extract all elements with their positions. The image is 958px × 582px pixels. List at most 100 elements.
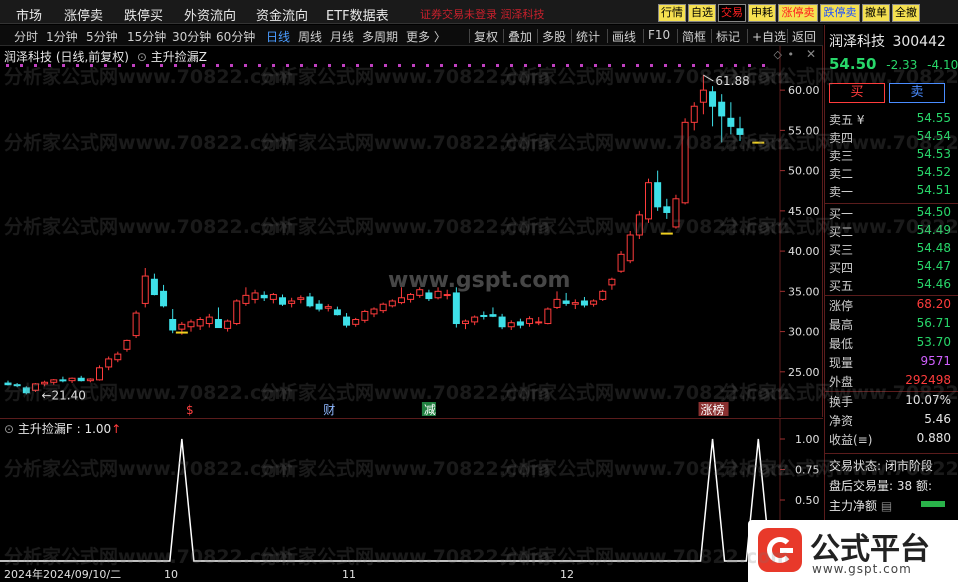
sub-indicator-chart[interactable]: 1.00 0.75 0.50 2024年2024/09/10/二 10 11 12 ⊙ 主升… xyxy=(0,418,823,582)
pin-icon[interactable]: • xyxy=(788,48,795,61)
sub-header: ⊙ 主升捡漏F : 1.00↑ xyxy=(4,420,121,437)
signal-dot xyxy=(622,64,625,67)
signal-dot xyxy=(510,64,513,67)
after-hours-volume: 盘后交易量: 38 额: xyxy=(829,479,932,493)
period-tab-4[interactable]: 30分钟 xyxy=(172,28,211,45)
period-toolbar: 分时 1分钟 5分钟 15分钟 30分钟 60分钟 日线 周线 月线 多周期 更多 〉 复权 叠加 多股统… xyxy=(0,25,823,46)
table-icon[interactable]: ▤ xyxy=(881,499,892,513)
menu-limit-up-sell[interactable]: 涨停卖 xyxy=(64,5,103,24)
indicator-toggle-icon[interactable]: ⊙ xyxy=(137,50,147,64)
candle-body xyxy=(297,297,305,300)
candle-body xyxy=(709,91,717,107)
tool-button-7[interactable]: 标记 xyxy=(716,28,740,45)
candle-body xyxy=(526,318,534,325)
tool-button-4[interactable]: 画线 xyxy=(612,28,636,45)
tool-button-0[interactable]: 复权 xyxy=(474,28,498,45)
tool-button-8[interactable]: +自选 xyxy=(752,28,786,45)
signal-marker xyxy=(660,232,673,235)
candle-body xyxy=(306,296,314,307)
candle-body xyxy=(434,290,442,299)
candle-body xyxy=(370,308,378,315)
menu-foreign-flow[interactable]: 外资流向 xyxy=(184,5,236,24)
signal-dot xyxy=(244,64,247,67)
candle-body xyxy=(86,378,94,382)
menu-market[interactable]: 市场 xyxy=(16,5,42,24)
signal-dot xyxy=(426,64,429,67)
top-button[interactable]: 自选 xyxy=(688,4,716,22)
top-button[interactable]: 撤单 xyxy=(862,4,890,22)
stat-4: 外盘 292498 xyxy=(829,373,957,389)
candle-body xyxy=(407,294,415,300)
period-tab-5[interactable]: 60分钟 xyxy=(216,28,255,45)
menu-limit-down-buy[interactable]: 跌停买 xyxy=(124,5,163,24)
period-tab-1[interactable]: 1分钟 xyxy=(46,28,78,45)
sub-toggle-icon[interactable]: ⊙ xyxy=(4,422,14,436)
candle-body xyxy=(160,290,168,307)
period-tab-3[interactable]: 15分钟 xyxy=(127,28,166,45)
top-button[interactable]: 全撤 xyxy=(892,4,920,22)
signal-line xyxy=(0,438,772,562)
sub-y-tick-label: 0.50 xyxy=(795,494,820,507)
top-button[interactable]: 跌停卖 xyxy=(820,4,860,22)
divider xyxy=(825,453,958,454)
high-price-label: 61.88 xyxy=(715,74,749,88)
toolbar-separator xyxy=(711,29,712,43)
signal-dot xyxy=(216,64,219,67)
signal-dot xyxy=(370,64,373,67)
period-tab-10[interactable]: 更多 〉 xyxy=(406,28,446,45)
signal-dot xyxy=(272,64,275,67)
sell-button[interactable]: 卖 xyxy=(889,83,945,103)
candle-body xyxy=(233,300,241,325)
sell-level-3-label: 卖二 xyxy=(829,167,854,181)
chart-title: 润泽科技 (日线,前复权) xyxy=(4,50,129,64)
top-button[interactable]: 涨停卖 xyxy=(778,4,818,22)
period-tab-7[interactable]: 周线 xyxy=(298,28,322,45)
tool-button-6[interactable]: 简框 xyxy=(682,28,706,45)
candle-body xyxy=(516,321,524,326)
top-menu-bar: 市场 涨停卖 跌停买 外资流向 资金流向 ETF数据表 证券交易未登录 润泽科技… xyxy=(0,0,958,24)
diamond-icon[interactable]: ◇ xyxy=(774,48,782,61)
candle-body xyxy=(169,319,177,331)
top-button[interactable]: 申耗 xyxy=(748,4,776,22)
candle-body xyxy=(361,310,369,321)
period-tab-9[interactable]: 多周期 xyxy=(362,28,398,45)
close-icon[interactable]: ✕ xyxy=(806,47,816,61)
top-button[interactable]: 行情 xyxy=(658,4,686,22)
tool-button-2[interactable]: 多股 xyxy=(542,28,566,45)
tool-button-9[interactable]: 返回 xyxy=(792,28,816,45)
top-button[interactable]: 交易 xyxy=(718,4,746,22)
period-tab-0[interactable]: 分时 xyxy=(14,28,38,45)
buy-button[interactable]: 买 xyxy=(829,83,885,103)
sell-level-4-value: 54.51 xyxy=(916,183,951,197)
stat-3: 现量 9571 xyxy=(829,354,957,370)
buy-level-0: 买一 54.50 xyxy=(829,205,957,221)
stat-2-label: 最低 xyxy=(829,337,854,351)
tool-button-1[interactable]: 叠加 xyxy=(508,28,532,45)
toolbar-separator xyxy=(747,29,748,43)
candle-body xyxy=(196,319,204,327)
signal-dot xyxy=(706,64,709,67)
x-label-nov: 11 xyxy=(342,568,356,581)
buy-level-3-value: 54.47 xyxy=(916,259,951,273)
candle-body xyxy=(50,379,58,383)
sub-indicator-value: 主升捡漏F : 1.00 xyxy=(17,422,112,436)
menu-capital-flow[interactable]: 资金流向 xyxy=(256,5,308,24)
period-tab-2[interactable]: 5分钟 xyxy=(86,28,118,45)
menu-etf-table[interactable]: ETF数据表 xyxy=(326,5,389,24)
tool-button-5[interactable]: F10 xyxy=(648,28,670,42)
stat2-2-label: 收益(≡) xyxy=(829,433,873,447)
candle-body xyxy=(718,101,726,117)
y-tick-label: 40.00 xyxy=(788,245,820,258)
tool-button-3[interactable]: 统计 xyxy=(576,28,600,45)
signal-dot xyxy=(300,64,303,67)
candle-body xyxy=(150,278,158,296)
period-tab-8[interactable]: 月线 xyxy=(330,28,354,45)
candle-body xyxy=(333,309,341,316)
candle-body xyxy=(635,214,643,236)
main-flow-text: 主力净额 xyxy=(829,499,878,513)
x-axis-bg xyxy=(0,565,823,582)
signal-dot xyxy=(384,64,387,67)
period-tab-6[interactable]: 日线 xyxy=(266,28,290,45)
logo-url: www.gspt.com xyxy=(812,562,912,576)
main-kline-chart[interactable]: 61.88 ←21.40 60.00 55.00 50.00 45.00 40.00 35.0… xyxy=(0,46,823,417)
